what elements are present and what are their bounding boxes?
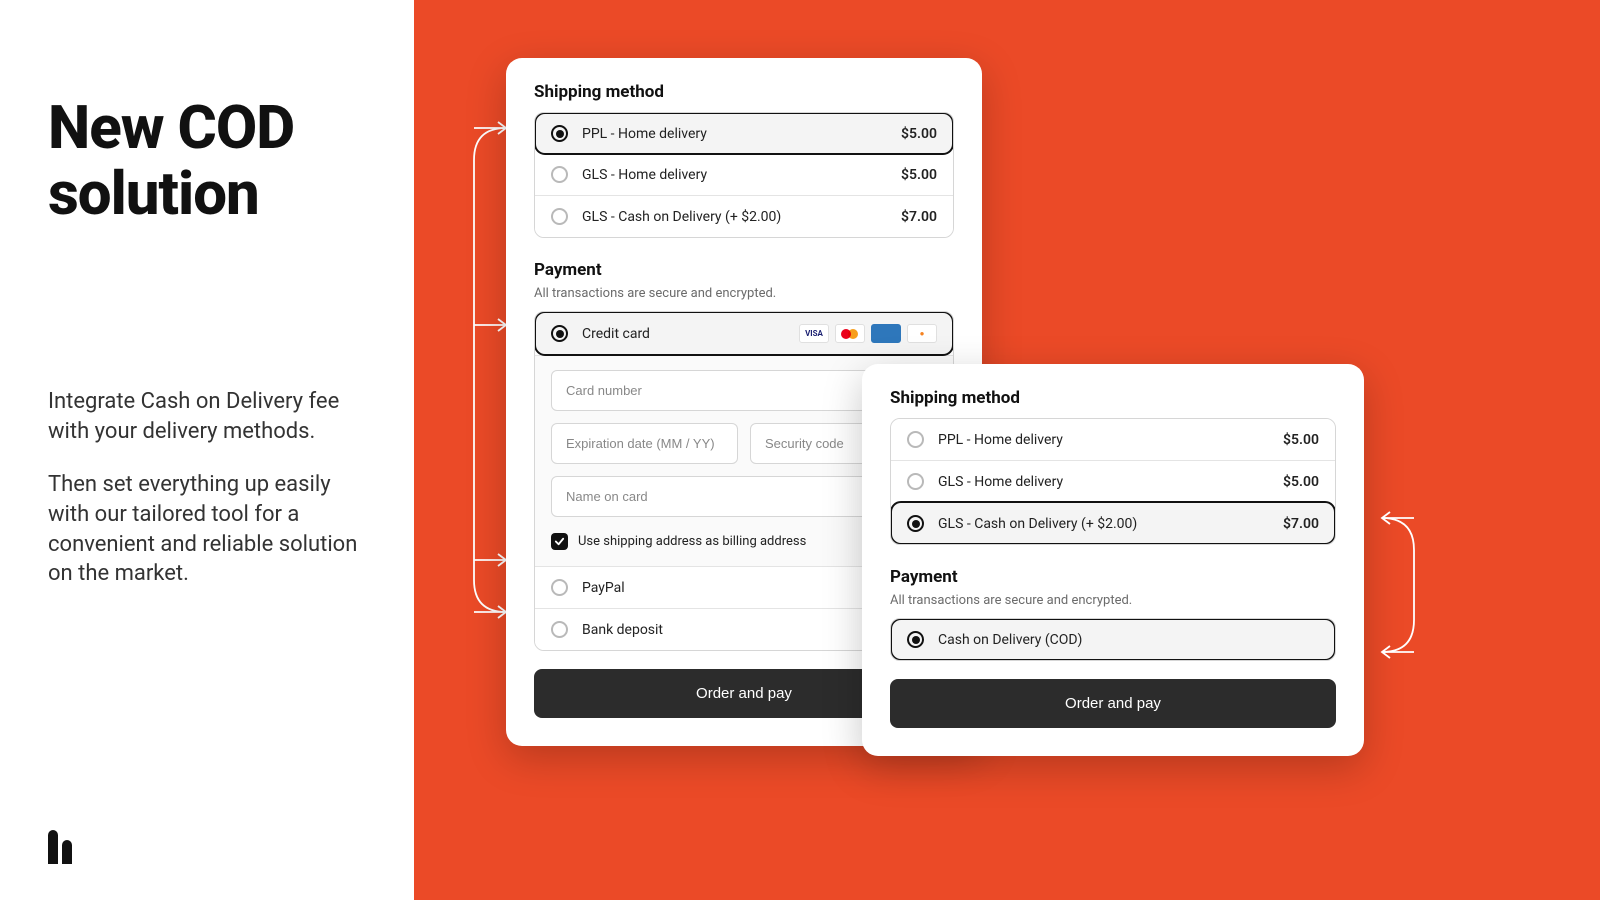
payment-options: Cash on Delivery (COD) [890, 618, 1336, 661]
discover-icon: ● [907, 324, 937, 343]
radio-icon [907, 431, 924, 448]
shipping-option-label: PPL - Home delivery [582, 126, 901, 142]
checkout-card-cod: Shipping method PPL - Home delivery $5.0… [862, 364, 1364, 756]
shipping-option-label: PPL - Home delivery [938, 432, 1283, 448]
shipping-option-label: GLS - Cash on Delivery (+ $2.00) [582, 209, 901, 225]
headline: New COD solution [48, 95, 366, 227]
shipping-title: Shipping method [890, 388, 1336, 408]
shipping-option-gls[interactable]: GLS - Home delivery $5.00 [891, 460, 1335, 502]
radio-icon [551, 166, 568, 183]
payment-option-cod[interactable]: Cash on Delivery (COD) [891, 619, 1335, 660]
radio-icon [907, 515, 924, 532]
shipping-option-label: GLS - Cash on Delivery (+ $2.00) [938, 516, 1283, 532]
payment-title: Payment [890, 567, 1336, 587]
amex-icon [871, 324, 901, 343]
description-p1: Integrate Cash on Delivery fee with your… [48, 387, 366, 446]
shipping-option-label: GLS - Home delivery [582, 167, 901, 183]
shipping-option-ppl[interactable]: PPL - Home delivery $5.00 [535, 113, 953, 154]
card-brand-logos: VISA ● [799, 324, 937, 343]
payment-title: Payment [534, 260, 954, 280]
payment-subtitle: All transactions are secure and encrypte… [534, 286, 954, 301]
payment-option-label: Cash on Delivery (COD) [938, 632, 1319, 648]
shipping-option-gls[interactable]: GLS - Home delivery $5.00 [535, 154, 953, 195]
checkbox-checked-icon [551, 533, 568, 550]
brand-logo-icon [48, 830, 74, 864]
shipping-option-price: $5.00 [901, 126, 937, 142]
shipping-option-price: $7.00 [1283, 516, 1319, 532]
shipping-option-gls-cod[interactable]: GLS - Cash on Delivery (+ $2.00) $7.00 [535, 195, 953, 237]
radio-icon [907, 473, 924, 490]
radio-icon [551, 621, 568, 638]
radio-icon [551, 208, 568, 225]
description-p2: Then set everything up easily with our t… [48, 470, 366, 589]
shipping-option-price: $5.00 [1283, 474, 1319, 490]
shipping-title: Shipping method [534, 82, 954, 102]
shipping-option-label: GLS - Home delivery [938, 474, 1283, 490]
radio-icon [551, 325, 568, 342]
shipping-option-price: $5.00 [901, 167, 937, 183]
checkbox-label: Use shipping address as billing address [578, 534, 806, 549]
payment-option-credit-card[interactable]: Credit card VISA ● [535, 312, 953, 355]
shipping-option-ppl[interactable]: PPL - Home delivery $5.00 [891, 419, 1335, 460]
payment-subtitle: All transactions are secure and encrypte… [890, 593, 1336, 608]
payment-option-label: Credit card [582, 326, 799, 342]
order-and-pay-button[interactable]: Order and pay [890, 679, 1336, 728]
stage: Shipping method PPL - Home delivery $5.0… [414, 0, 1600, 900]
radio-icon [907, 631, 924, 648]
mastercard-icon [835, 324, 865, 343]
shipping-options: PPL - Home delivery $5.00 GLS - Home del… [890, 418, 1336, 545]
shipping-option-price: $5.00 [1283, 432, 1319, 448]
radio-icon [551, 125, 568, 142]
marketing-sidebar: New COD solution Integrate Cash on Deliv… [0, 0, 414, 900]
connector-right-icon [1372, 510, 1424, 660]
expiry-input[interactable] [551, 423, 738, 464]
shipping-option-price: $7.00 [901, 209, 937, 225]
visa-icon: VISA [799, 324, 829, 343]
shipping-option-gls-cod[interactable]: GLS - Cash on Delivery (+ $2.00) $7.00 [891, 502, 1335, 544]
description: Integrate Cash on Delivery fee with your… [48, 387, 366, 589]
radio-icon [551, 579, 568, 596]
shipping-options: PPL - Home delivery $5.00 GLS - Home del… [534, 112, 954, 238]
